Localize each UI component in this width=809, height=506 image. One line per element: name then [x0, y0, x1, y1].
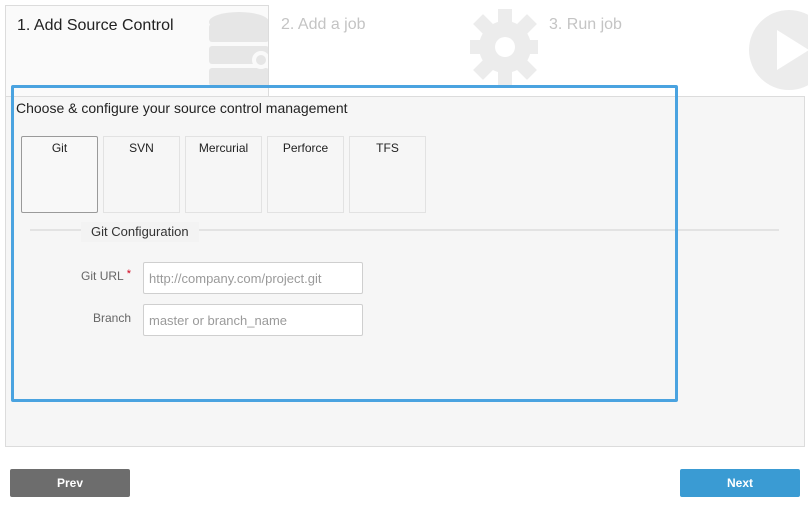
wizard-page: 1. Add Source Control 2. Add a job 3. Ru… [0, 0, 809, 506]
wizard-step-label: 2. Add a job [281, 16, 366, 33]
gear-icon [470, 9, 538, 85]
scm-option-perforce[interactable]: Perforce [267, 136, 344, 213]
branch-input[interactable] [143, 304, 363, 336]
wizard-step-label: 1. Add Source Control [17, 17, 174, 34]
git-url-label: Git URL [81, 269, 124, 283]
branch-label: Branch [92, 311, 131, 325]
next-button[interactable]: Next [680, 469, 800, 497]
wizard-step-label: 3. Run job [549, 16, 622, 33]
wizard-step-run-job[interactable]: 3. Run job [538, 5, 808, 96]
wizard-step-add-job[interactable]: 2. Add a job [270, 5, 538, 96]
panel-heading: Choose & configure your source control m… [16, 100, 348, 116]
prev-button[interactable]: Prev [10, 469, 130, 497]
git-url-label-wrap: Git URL * [51, 268, 131, 283]
database-icon [209, 12, 268, 86]
scm-option-svn[interactable]: SVN [103, 136, 180, 213]
scm-option-tfs[interactable]: TFS [349, 136, 426, 213]
wizard-step-add-source-control[interactable]: 1. Add Source Control [5, 5, 269, 97]
play-icon [749, 10, 808, 90]
required-marker: * [126, 268, 131, 280]
scm-type-selector: Git SVN Mercurial Perforce TFS [21, 136, 426, 213]
config-section-title: Git Configuration [81, 222, 199, 242]
scm-option-git[interactable]: Git [21, 136, 98, 213]
scm-option-mercurial[interactable]: Mercurial [185, 136, 262, 213]
git-url-input[interactable] [143, 262, 363, 294]
